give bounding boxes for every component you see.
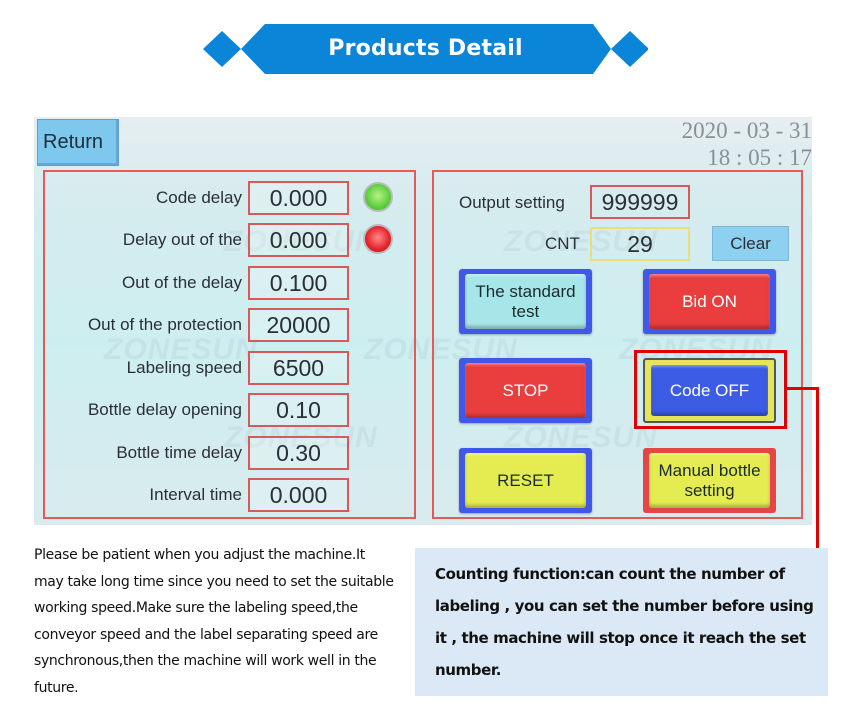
param-row-bottle-delay-opening: Bottle delay opening 0.10 [45, 393, 414, 427]
code-off-label: Code OFF [669, 380, 750, 400]
counting-function-callout: Counting function:can count the number o… [415, 548, 828, 696]
manual-bottle-setting-label: Manual bottle setting [658, 460, 761, 500]
param-row-delay-out: Delay out of the 0.000 [45, 223, 414, 257]
bid-on-label: Bid ON [682, 291, 737, 311]
bottle-delay-opening-input[interactable]: 0.10 [248, 393, 349, 427]
callout-connector-line [786, 387, 819, 390]
param-label: Out of the protection [87, 315, 242, 334]
time-display: 18 : 05 : 17 [707, 145, 812, 170]
param-label: Bottle delay opening [87, 400, 242, 419]
date-display: 2020 - 03 - 31 [681, 118, 812, 143]
param-label: Out of the delay [121, 273, 242, 292]
out-of-protection-input[interactable]: 20000 [248, 308, 349, 342]
clear-button[interactable]: Clear [712, 226, 789, 261]
section-banner: Products Detail [203, 23, 648, 75]
param-row-code-delay: Code delay 0.000 [45, 181, 414, 215]
standard-test-button[interactable]: The standard test [459, 269, 592, 334]
param-label: Delay out of the [122, 230, 242, 249]
control-panel: Output setting 999999 CNT 29 Clear The s… [432, 170, 803, 519]
param-row-bottle-time-delay: Bottle time delay 0.30 [45, 436, 414, 470]
counter-value: 29 [590, 227, 690, 261]
interval-time-input[interactable]: 0.000 [248, 478, 349, 512]
hmi-screen: ZONESUN ZONESUN ZONESUN ZONESUN ZONESUN … [34, 117, 812, 525]
bottle-time-delay-input[interactable]: 0.30 [248, 436, 349, 470]
usage-note: Please be patient when you adjust the ma… [34, 547, 394, 696]
reset-button[interactable]: RESET [459, 448, 592, 513]
param-row-interval-time: Interval time 0.000 [45, 478, 414, 512]
bid-on-button[interactable]: Bid ON [643, 269, 776, 334]
datetime-display: 2020 - 03 - 31 18 : 05 : 17 [682, 117, 812, 171]
labeling-speed-input[interactable]: 6500 [248, 351, 349, 385]
param-row-out-of-protection: Out of the protection 20000 [45, 308, 414, 342]
delay-out-input[interactable]: 0.000 [248, 223, 349, 257]
param-label: Code delay [155, 188, 242, 207]
out-of-delay-input[interactable]: 0.100 [248, 266, 349, 300]
callout-connector-line [816, 387, 819, 549]
stop-label: STOP [502, 380, 549, 400]
red-indicator-lamp-icon [363, 224, 393, 254]
standard-test-label: The standard test [475, 281, 576, 321]
param-label: Labeling speed [126, 358, 242, 377]
callout-text: Counting function:can count the number o… [435, 565, 814, 679]
output-setting-label: Output setting [459, 193, 565, 212]
manual-bottle-setting-button[interactable]: Manual bottle setting [643, 448, 776, 513]
parameters-panel: Code delay 0.000 Delay out of the 0.000 … [43, 170, 416, 519]
code-delay-input[interactable]: 0.000 [248, 181, 349, 215]
reset-label: RESET [497, 470, 554, 490]
param-label: Interval time [149, 485, 242, 504]
green-indicator-lamp-icon [363, 182, 393, 212]
param-row-labeling-speed: Labeling speed 6500 [45, 351, 414, 385]
stop-button[interactable]: STOP [459, 358, 592, 423]
banner-title: Products Detail [328, 36, 523, 61]
param-row-out-of-delay: Out of the delay 0.100 [45, 266, 414, 300]
counter-label: CNT [545, 234, 580, 253]
output-setting-input[interactable]: 999999 [590, 185, 690, 219]
param-label: Bottle time delay [116, 443, 242, 462]
return-button[interactable]: Return [37, 119, 119, 166]
